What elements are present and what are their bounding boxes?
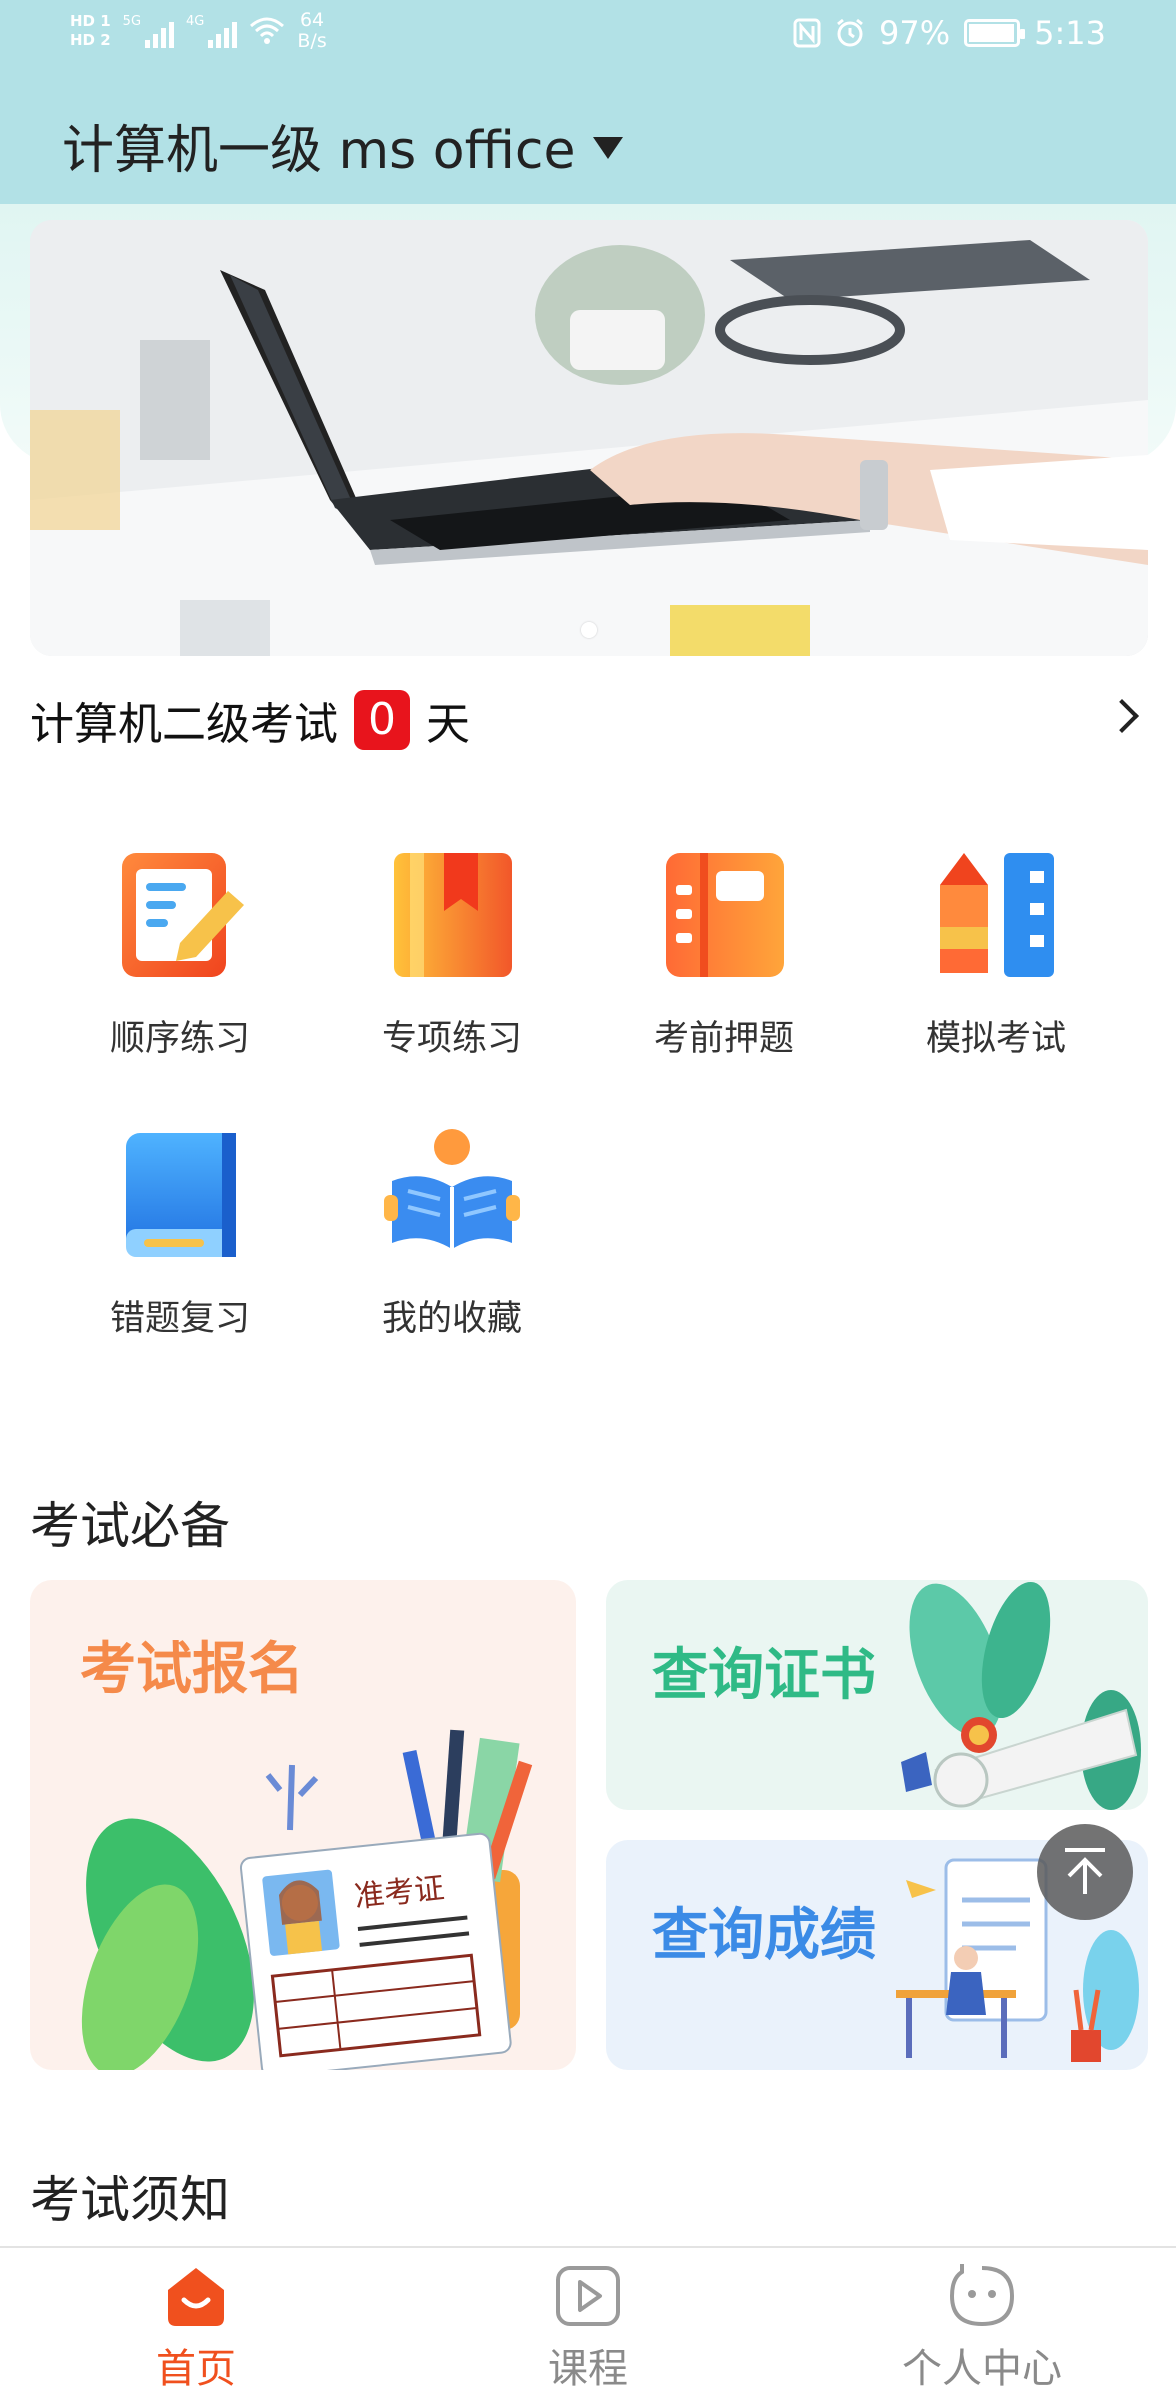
nav-label: 课程: [548, 2346, 628, 2392]
days-remaining-badge: 0: [354, 690, 410, 750]
reading-person-icon: [377, 1120, 527, 1270]
signal-icon: [145, 14, 175, 48]
grid-item-label: 专项练习: [381, 1019, 522, 1059]
grid-item-label: 我的收藏: [381, 1299, 522, 1339]
list-edit-icon: [105, 840, 255, 990]
grid-item-wrong-question-review[interactable]: 错题复习: [44, 1120, 316, 1360]
countdown-label: 计算机二级考试: [30, 699, 338, 750]
banner-carousel[interactable]: [30, 220, 1148, 656]
section-title-exam-notice: 考试须知: [30, 2171, 230, 2229]
book-icon: [105, 1120, 255, 1270]
certificate-query-card[interactable]: 查询证书: [606, 1580, 1148, 1810]
bottom-navigation: 首页 课程 个人中心: [0, 2246, 1176, 2400]
clock: 5:13: [1034, 14, 1106, 52]
carousel-dot[interactable]: [581, 622, 597, 638]
alarm-icon: [837, 18, 863, 47]
chevron-right-icon: [1105, 699, 1139, 733]
network-speed: 64 B/s: [297, 9, 327, 52]
grid-item-exam-predictions[interactable]: 考前押题: [588, 840, 860, 1080]
signal-icon-2: [208, 14, 238, 48]
wifi-icon: [250, 17, 285, 44]
nfc-icon: [793, 18, 821, 48]
subject-selector[interactable]: 计算机一级 ms office: [62, 108, 624, 183]
back-to-top-button[interactable]: [1037, 1824, 1133, 1920]
grid-item-sequential-practice[interactable]: 顺序练习: [44, 840, 316, 1080]
home-icon: [168, 2268, 224, 2326]
play-icon: [556, 2266, 620, 2326]
admission-ticket-illustration: 准考证: [81, 1729, 533, 2070]
nav-item-profile[interactable]: 个人中心: [852, 2264, 1112, 2394]
grid-item-label: 考前押题: [653, 1019, 794, 1059]
section-title-exam-essentials: 考试必备: [30, 1497, 230, 1555]
exam-registration-card[interactable]: 考试报名 准考证: [30, 1580, 576, 2070]
exam-countdown[interactable]: 计算机二级考试 0 天: [30, 680, 1146, 760]
grid-item-my-favorites[interactable]: 我的收藏: [316, 1120, 588, 1360]
arrow-up-icon: [1065, 1848, 1105, 1894]
grid-item-label: 错题复习: [109, 1299, 250, 1339]
nav-item-courses[interactable]: 课程: [458, 2264, 718, 2394]
grid-item-label: 模拟考试: [925, 1019, 1066, 1059]
countdown-unit: 天: [426, 699, 470, 750]
battery-percent: 97%: [879, 14, 951, 52]
grid-item-label: 顺序练习: [109, 1019, 250, 1059]
profile-icon: [949, 2264, 1015, 2327]
hd-indicator: HD 1 HD 2: [70, 12, 111, 49]
battery-icon: [964, 19, 1026, 47]
carousel-indicator: [30, 622, 1148, 638]
page-title: 计算机一级 ms office: [62, 121, 576, 181]
caret-down-icon: [593, 136, 624, 159]
bookmark-book-icon: [377, 840, 527, 990]
nav-item-home[interactable]: 首页: [66, 2264, 326, 2394]
nav-label: 首页: [156, 2346, 236, 2392]
status-bar: HD 1 HD 2 5G 4G 64 B/s 97% 5:13: [70, 9, 1106, 53]
banner-image: [30, 220, 1148, 656]
notebook-icon: [649, 840, 799, 990]
grid-item-topic-practice[interactable]: 专项练习: [316, 840, 588, 1080]
nav-label: 个人中心: [902, 2346, 1062, 2392]
grid-item-mock-exam[interactable]: 模拟考试: [860, 840, 1132, 1080]
pencil-ruler-icon: [921, 840, 1071, 990]
certificate-illustration: [901, 1581, 1141, 1810]
